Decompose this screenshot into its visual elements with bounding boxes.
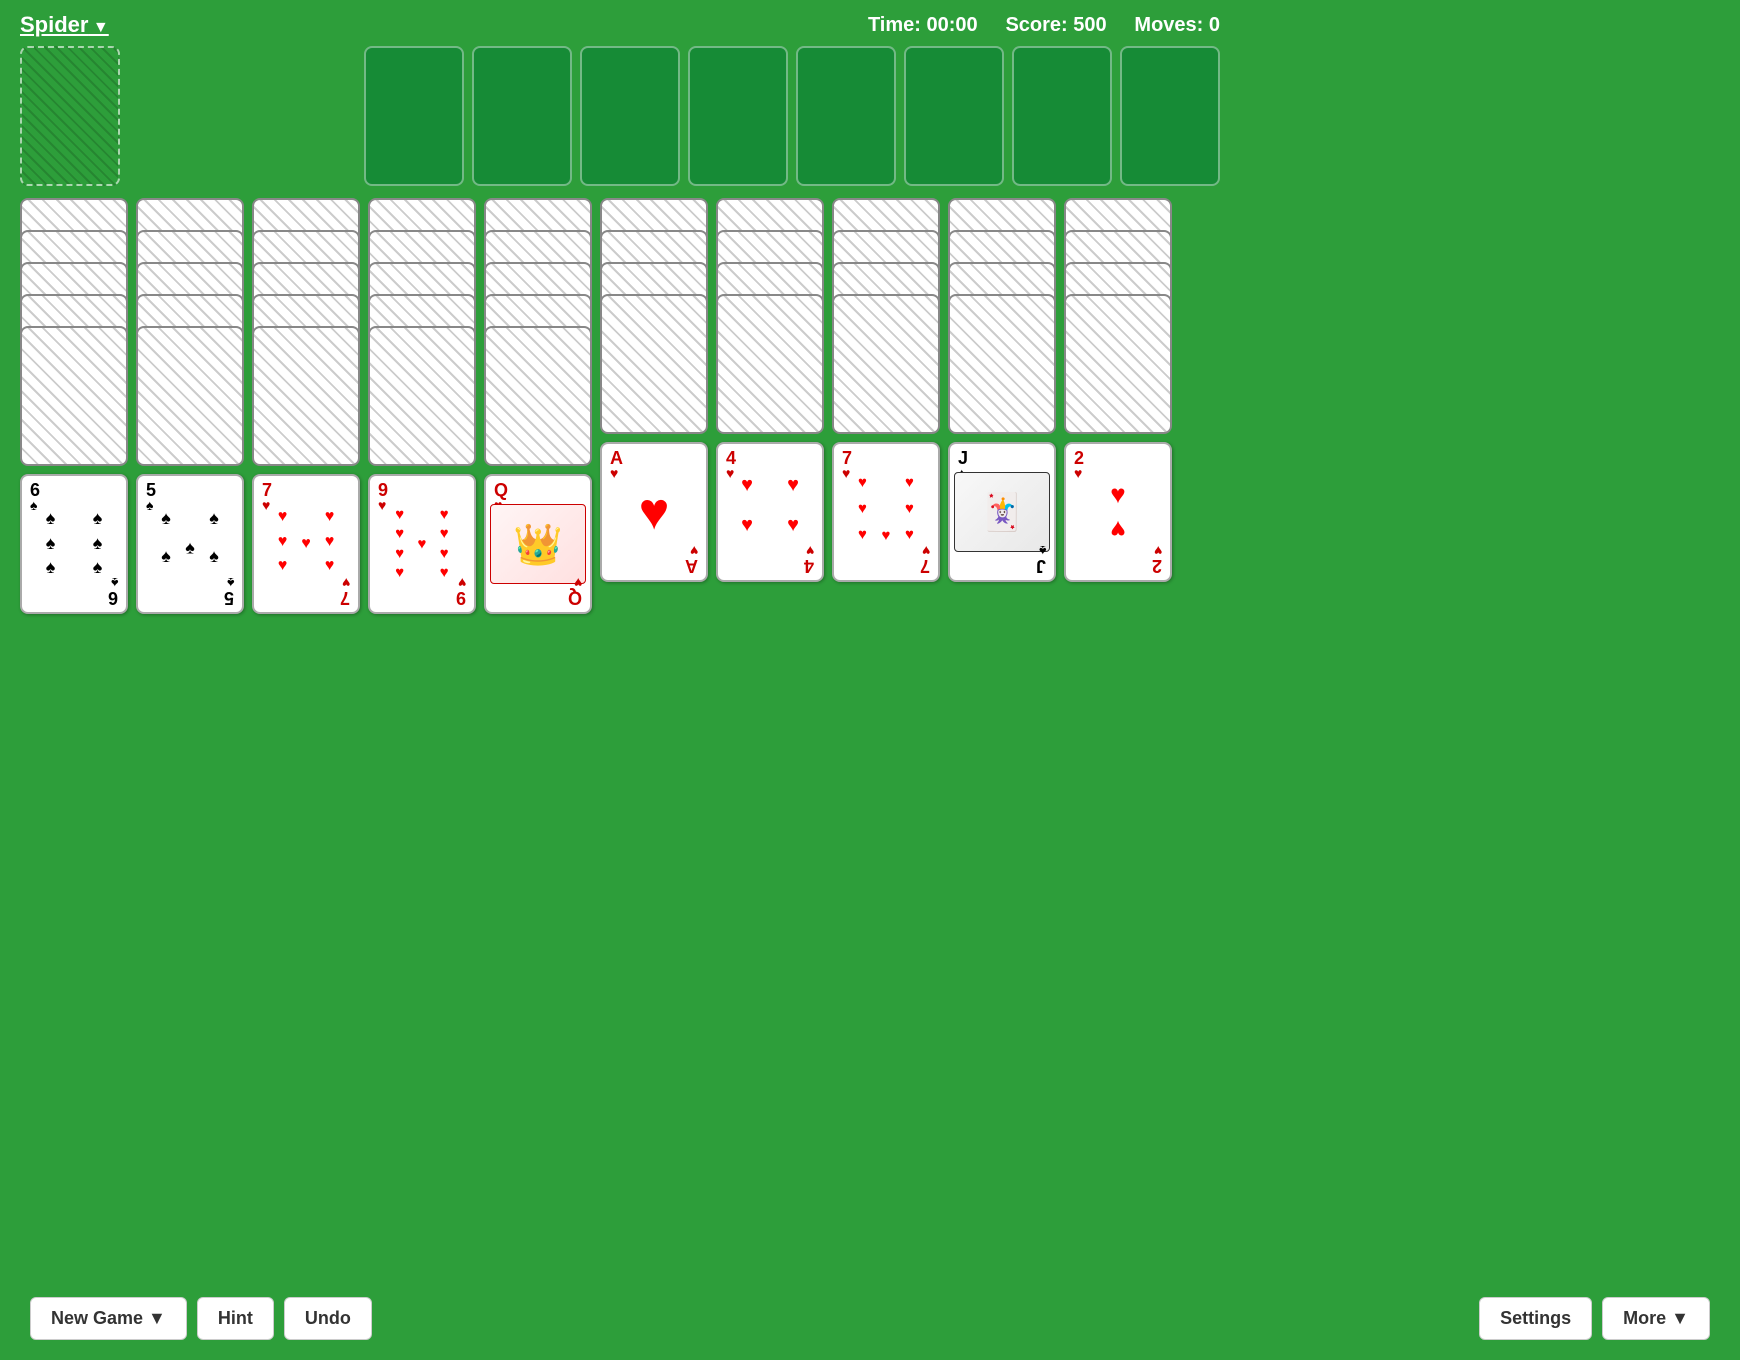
column-4: Q ♥ 👑 Q ♥: [484, 198, 592, 614]
column-6: 4 ♥ ♥ ♥ ♥ ♥ 4 ♥: [716, 198, 824, 582]
column-7: 7 ♥ ♥ ♥ ♥ ♥ ♥ ♥ ♥ 7 ♥: [832, 198, 940, 582]
card-facedown: [368, 326, 476, 466]
foundation-2: [472, 46, 572, 186]
undo-button[interactable]: Undo: [284, 1297, 372, 1340]
stats: Time: 00:00 Score: 500 Moves: 0: [868, 14, 1220, 37]
card-facedown: [252, 326, 360, 466]
card-facedown: [832, 294, 940, 434]
hint-button[interactable]: Hint: [197, 1297, 274, 1340]
game-area: 6 ♠ ♠ ♠ ♠ ♠ ♠ ♠ 6 ♠: [0, 46, 1240, 614]
column-0: 6 ♠ ♠ ♠ ♠ ♠ ♠ ♠ 6 ♠: [20, 198, 128, 614]
foundation-4: [688, 46, 788, 186]
toolbar-left: New Game ▼ Hint Undo: [30, 1297, 372, 1340]
card-7-hearts-2[interactable]: 7 ♥ ♥ ♥ ♥ ♥ ♥ ♥ ♥ 7 ♥: [832, 442, 940, 582]
card-ace-hearts[interactable]: A ♥ ♥ A ♥: [600, 442, 708, 582]
settings-button[interactable]: Settings: [1479, 1297, 1592, 1340]
foundation-6: [904, 46, 1004, 186]
column-9: 2 ♥ ♥ ♥ 2 ♥: [1064, 198, 1172, 582]
time-display: Time: 00:00: [868, 14, 978, 36]
card-queen-hearts[interactable]: Q ♥ 👑 Q ♥: [484, 474, 592, 614]
new-game-button[interactable]: New Game ▼: [30, 1297, 187, 1340]
moves-display: Moves: 0: [1134, 14, 1220, 36]
column-2: 7 ♥ ♥ ♥ ♥ ♥ ♥ ♥ ♥ 7 ♥: [252, 198, 360, 614]
card-facedown: [600, 294, 708, 434]
card-9-hearts[interactable]: 9 ♥ ♥ ♥ ♥ ♥ ♥ ♥ ♥ ♥ ♥ 9 ♥: [368, 474, 476, 614]
column-8: J ♠ 🃏 J ♠: [948, 198, 1056, 582]
column-3: 9 ♥ ♥ ♥ ♥ ♥ ♥ ♥ ♥ ♥ ♥ 9 ♥: [368, 198, 476, 614]
toolbar: New Game ▼ Hint Undo Settings More ▼: [0, 1277, 1740, 1360]
card-facedown: [1064, 294, 1172, 434]
card-facedown: [948, 294, 1056, 434]
card-facedown: [136, 326, 244, 466]
tableau: 6 ♠ ♠ ♠ ♠ ♠ ♠ ♠ 6 ♠: [15, 198, 1225, 614]
card-facedown: [20, 326, 128, 466]
card-4-hearts[interactable]: 4 ♥ ♥ ♥ ♥ ♥ 4 ♥: [716, 442, 824, 582]
card-facedown: [716, 294, 824, 434]
card-7-hearts[interactable]: 7 ♥ ♥ ♥ ♥ ♥ ♥ ♥ ♥ 7 ♥: [252, 474, 360, 614]
card-jack-spades[interactable]: J ♠ 🃏 J ♠: [948, 442, 1056, 582]
header: Spider Time: 00:00 Score: 500 Moves: 0: [0, 0, 1240, 46]
foundation-7: [1012, 46, 1112, 186]
card-2-hearts[interactable]: 2 ♥ ♥ ♥ 2 ♥: [1064, 442, 1172, 582]
foundation-3: [580, 46, 680, 186]
foundation-5: [796, 46, 896, 186]
column-1: 5 ♠ ♠ ♠ ♠ ♠ ♠ 5 ♠: [136, 198, 244, 614]
game-title[interactable]: Spider: [20, 12, 109, 38]
card-6-spades[interactable]: 6 ♠ ♠ ♠ ♠ ♠ ♠ ♠ 6 ♠: [20, 474, 128, 614]
foundation-8: [1120, 46, 1220, 186]
top-row: [15, 46, 1225, 186]
stock-pile[interactable]: [20, 46, 120, 186]
toolbar-right: Settings More ▼: [1479, 1297, 1710, 1340]
card-5-spades[interactable]: 5 ♠ ♠ ♠ ♠ ♠ ♠ 5 ♠: [136, 474, 244, 614]
more-button[interactable]: More ▼: [1602, 1297, 1710, 1340]
card-facedown: [484, 326, 592, 466]
column-5: A ♥ ♥ A ♥: [600, 198, 708, 582]
foundation-1: [364, 46, 464, 186]
score-display: Score: 500: [1005, 14, 1106, 36]
